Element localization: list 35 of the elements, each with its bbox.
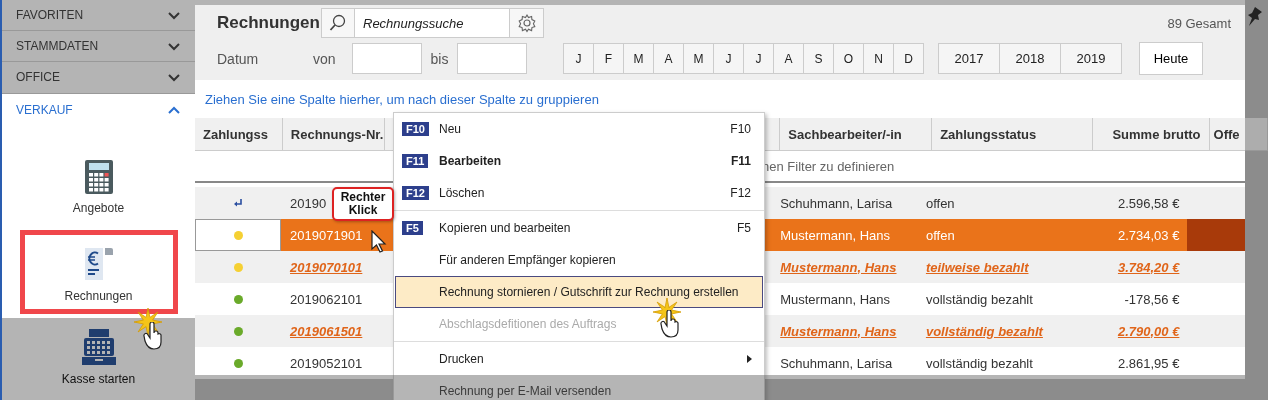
total-cell: 2.790,00 € bbox=[1117, 323, 1180, 339]
clerk-cell: Schuhmann, Larisa bbox=[780, 195, 893, 211]
payment-status-cell: teilweise bezahlt bbox=[925, 259, 1029, 275]
from-label: von bbox=[313, 50, 337, 67]
key-badge: F5 bbox=[402, 221, 423, 235]
key-badge: F11 bbox=[402, 154, 429, 168]
page-title: Rechnungen bbox=[217, 13, 321, 33]
total-cell: 3.784,20 € bbox=[1117, 259, 1180, 275]
invoice-number: 20190 bbox=[290, 195, 327, 211]
clerk-cell: Mustermann, Hans bbox=[780, 323, 897, 339]
clerk-cell: Mustermann, Hans bbox=[780, 259, 897, 275]
clerk-cell: Schuhmann, Larisa bbox=[780, 355, 893, 371]
payment-status-cell: vollständig bezahlt bbox=[925, 355, 1033, 371]
payment-status-cell: offen bbox=[925, 227, 955, 243]
invoice-number: 2019070101 bbox=[290, 259, 363, 275]
total-cell: 2.734,03 € bbox=[1117, 227, 1180, 243]
key-badge: F12 bbox=[402, 186, 429, 200]
to-label: bis bbox=[429, 50, 450, 67]
invoice-number: 2019071901 bbox=[290, 227, 363, 243]
clerk-cell: Mustermann, Hans bbox=[780, 227, 891, 243]
total-count: 89 Gesamt bbox=[1167, 15, 1231, 31]
click-hint-tooltip: Rechter Klick bbox=[332, 187, 394, 221]
total-cell: 2.596,58 € bbox=[1117, 195, 1180, 211]
key-badge: F10 bbox=[402, 122, 429, 136]
invoice-number: 2019062101 bbox=[290, 291, 363, 307]
invoice-number: 2019052101 bbox=[290, 355, 363, 371]
payment-status-cell: vollständig bezahlt bbox=[925, 323, 1043, 339]
invoice-number: 2019061501 bbox=[290, 323, 363, 339]
clerk-cell: Mustermann, Hans bbox=[780, 291, 890, 307]
total-cell: -178,56 € bbox=[1124, 291, 1180, 307]
total-cell: 2.861,95 € bbox=[1117, 355, 1180, 371]
payment-status-cell: vollständig bezahlt bbox=[925, 291, 1033, 307]
date-label: Datum bbox=[217, 50, 260, 67]
group-hint: Ziehen Sie eine Spalte hierher, um nach dieser Spalte zu gruppieren bbox=[205, 91, 599, 107]
payment-status-cell: offen bbox=[925, 195, 955, 211]
